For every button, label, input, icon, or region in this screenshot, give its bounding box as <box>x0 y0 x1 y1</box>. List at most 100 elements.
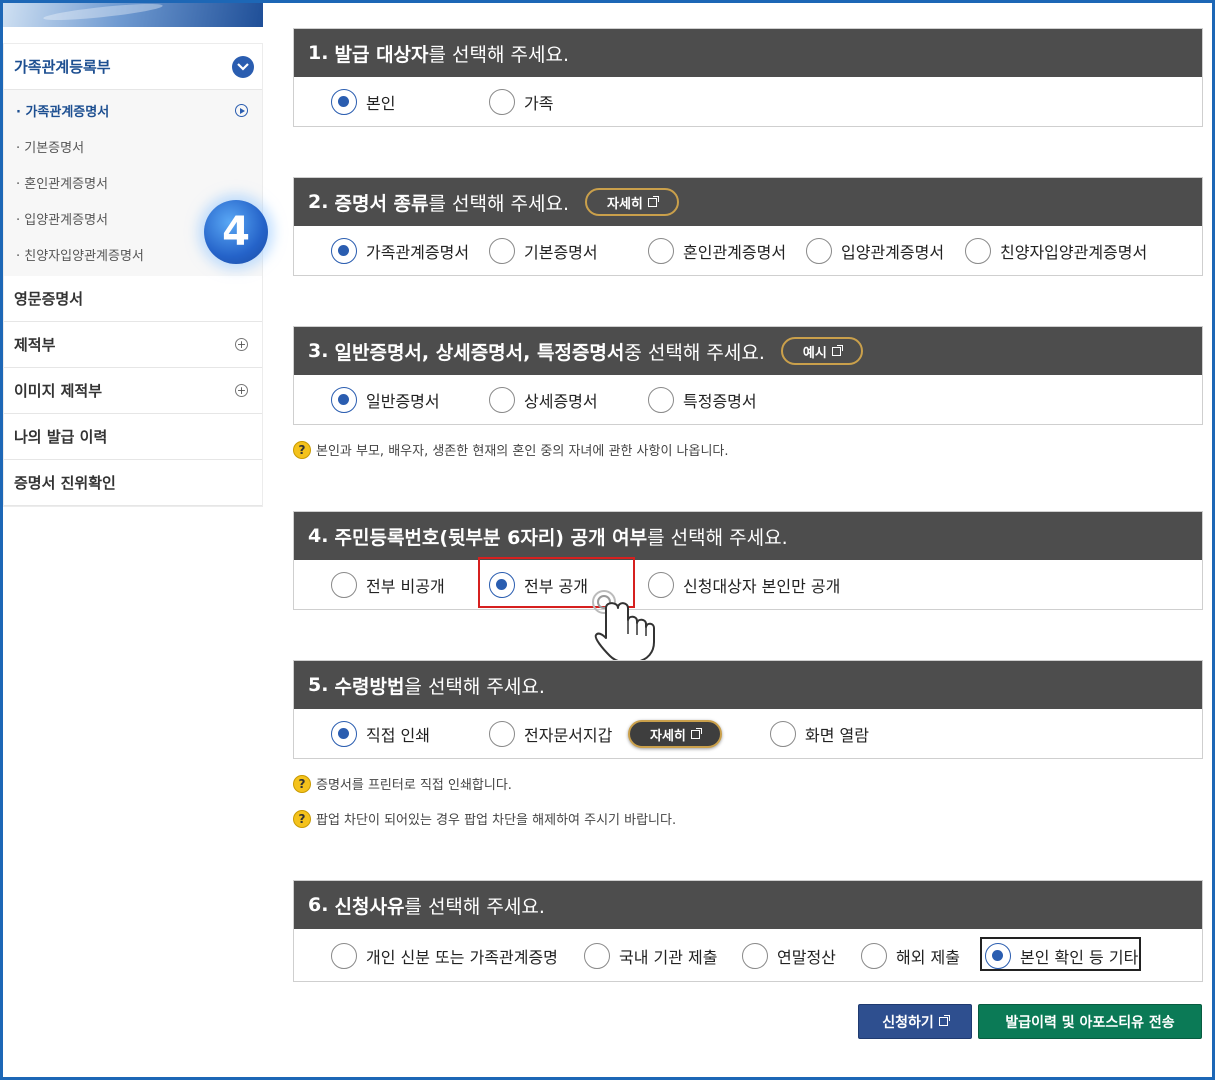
radio-unchecked-icon[interactable] <box>965 238 991 264</box>
send-history-apostille-button[interactable]: 발급이력 및 아포스티유 전송 <box>978 1004 1202 1039</box>
radio-unchecked-icon[interactable] <box>489 238 515 264</box>
sidebar-item-family-relation-cert[interactable]: · 가족관계증명서 <box>4 92 262 128</box>
radio-full-adoption-cert[interactable]: 친양자입양관계증명서 <box>965 238 1147 264</box>
radio-label: 국내 기관 제출 <box>619 948 718 967</box>
section-title: 3. 일반증명서, 상세증명서, 특정증명서 중 선택해 주세요. 예시 <box>294 327 1202 375</box>
radio-self[interactable]: 본인 <box>331 89 395 115</box>
section-number: 5. <box>308 674 329 696</box>
radio-label: 본인 <box>366 94 396 113</box>
radio-family[interactable]: 가족 <box>489 89 553 115</box>
radio-adoption-cert[interactable]: 입양관계증명서 <box>806 238 944 264</box>
radio-unchecked-icon[interactable] <box>331 572 357 598</box>
section-title: 2. 증명서 종류 를 선택해 주세요. 자세히 <box>294 178 1202 226</box>
radio-detailed-cert[interactable]: 상세증명서 <box>489 387 598 413</box>
section-number: 2. <box>308 191 329 213</box>
radio-unchecked-icon[interactable] <box>648 238 674 264</box>
details-button[interactable]: 자세히 <box>585 188 679 216</box>
radio-label: 상세증명서 <box>524 392 598 411</box>
radio-unchecked-icon[interactable] <box>489 387 515 413</box>
radio-checked-icon[interactable] <box>331 721 357 747</box>
section-receive-method: 5. 수령방법 을 선택해 주세요. 직접 인쇄 전자문서지갑 자세히 화면 열람 <box>293 660 1203 759</box>
button-label: 자세히 <box>607 196 643 212</box>
section-rrn-disclosure: 4. 주민등록번호(뒷부분 6자리) 공개 여부 를 선택해 주세요. 전부 비공… <box>293 511 1203 610</box>
external-link-icon <box>831 344 843 356</box>
sidebar-section-label: 제적부 <box>14 336 56 354</box>
help-note: ? 증명서를 프린터로 직접 인쇄합니다. <box>293 774 512 793</box>
radio-domestic-submission[interactable]: 국내 기관 제출 <box>584 943 718 969</box>
radio-unchecked-icon[interactable] <box>648 387 674 413</box>
radio-label: 직접 인쇄 <box>366 726 430 745</box>
radio-unchecked-icon[interactable] <box>770 721 796 747</box>
button-label: 자세히 <box>650 728 686 744</box>
banner-image <box>3 3 263 27</box>
button-label: 예시 <box>802 345 827 361</box>
section-title: 1. 발급 대상자 를 선택해 주세요. <box>294 29 1202 77</box>
sidebar-section-image-removed-register[interactable]: 이미지 제적부 + <box>4 368 262 414</box>
sidebar-section-issue-history[interactable]: 나의 발급 이력 <box>4 414 262 460</box>
radio-marriage-cert[interactable]: 혼인관계증명서 <box>648 238 786 264</box>
play-icon <box>235 104 248 117</box>
radio-basic-cert[interactable]: 기본증명서 <box>489 238 598 264</box>
sidebar-section-verify-cert[interactable]: 증명서 진위확인 <box>4 460 262 506</box>
radio-specific-cert[interactable]: 특정증명서 <box>648 387 757 413</box>
details-button[interactable]: 자세히 <box>628 720 722 748</box>
step-number-badge: 4 <box>204 200 268 264</box>
radio-unchecked-icon[interactable] <box>489 721 515 747</box>
radio-checked-icon[interactable] <box>331 238 357 264</box>
radio-direct-print[interactable]: 직접 인쇄 <box>331 721 430 747</box>
radio-unchecked-icon[interactable] <box>861 943 887 969</box>
section-title-rest: 을 선택해 주세요. <box>404 675 545 698</box>
section-title: 4. 주민등록번호(뒷부분 6자리) 공개 여부 를 선택해 주세요. <box>294 512 1202 560</box>
radio-checked-icon[interactable] <box>331 89 357 115</box>
radio-digital-wallet[interactable]: 전자문서지갑 <box>489 721 612 747</box>
section-title-bold: 일반증명서, 상세증명서, 특정증명서 <box>334 341 625 364</box>
button-label: 발급이력 및 아포스티유 전송 <box>1005 1014 1175 1031</box>
plus-icon[interactable]: + <box>235 384 248 397</box>
section-title-bold: 수령방법 <box>334 675 405 698</box>
pointer-hand-icon <box>592 590 655 664</box>
example-button[interactable]: 예시 <box>780 337 863 365</box>
sidebar-item-label: · 친양자입양관계증명서 <box>16 248 144 264</box>
section-issue-target: 1. 발급 대상자 를 선택해 주세요. 본인 가족 <box>293 28 1203 127</box>
radio-label: 기본증명서 <box>524 243 598 262</box>
section-title: 6. 신청사유 를 선택해 주세요. <box>294 881 1202 929</box>
button-label: 신청하기 <box>882 1014 934 1031</box>
radio-label: 가족 <box>524 94 554 113</box>
radio-label: 해외 제출 <box>896 948 960 967</box>
help-icon: ? <box>293 774 311 793</box>
selection-box <box>980 937 1141 971</box>
sidebar-section-label: 증명서 진위확인 <box>14 474 116 492</box>
radio-unchecked-icon[interactable] <box>489 89 515 115</box>
radio-general-cert[interactable]: 일반증명서 <box>331 387 440 413</box>
radio-screen-view[interactable]: 화면 열람 <box>770 721 869 747</box>
apply-button[interactable]: 신청하기 <box>858 1004 972 1039</box>
radio-label: 전부 비공개 <box>366 577 445 596</box>
sidebar-section-family-register[interactable]: 가족관계등록부 <box>4 44 262 90</box>
radio-year-end-tax[interactable]: 연말정산 <box>742 943 836 969</box>
radio-identity-family[interactable]: 개인 신분 또는 가족관계증명 <box>331 943 558 969</box>
chevron-down-icon[interactable] <box>232 56 254 78</box>
section-number: 6. <box>308 894 329 916</box>
sidebar-section-removed-register[interactable]: 제적부 + <box>4 322 262 368</box>
sidebar-item-marriage-cert[interactable]: · 혼인관계증명서 <box>4 164 262 200</box>
section-number: 3. <box>308 340 329 362</box>
section-number: 4. <box>308 525 329 547</box>
radio-unchecked-icon[interactable] <box>331 943 357 969</box>
radio-family-relation-cert[interactable]: 가족관계증명서 <box>331 238 469 264</box>
radio-all-hidden[interactable]: 전부 비공개 <box>331 572 445 598</box>
radio-label: 신청대상자 본인만 공개 <box>683 577 841 596</box>
radio-checked-icon[interactable] <box>331 387 357 413</box>
radio-overseas-submission[interactable]: 해외 제출 <box>861 943 960 969</box>
radio-label: 특정증명서 <box>683 392 757 411</box>
sidebar-item-basic-cert[interactable]: · 기본증명서 <box>4 128 262 164</box>
help-note: ? 본인과 부모, 배우자, 생존한 현재의 혼인 중의 자녀에 관한 사항이 나… <box>293 440 729 459</box>
radio-label: 친양자입양관계증명서 <box>1000 243 1148 262</box>
help-text: 본인과 부모, 배우자, 생존한 현재의 혼인 중의 자녀에 관한 사항이 나옵… <box>316 444 729 459</box>
sidebar-item-label: · 입양관계증명서 <box>16 212 108 228</box>
radio-unchecked-icon[interactable] <box>584 943 610 969</box>
radio-applicant-only-disclosed[interactable]: 신청대상자 본인만 공개 <box>648 572 840 598</box>
radio-unchecked-icon[interactable] <box>742 943 768 969</box>
radio-unchecked-icon[interactable] <box>806 238 832 264</box>
sidebar-section-english-cert[interactable]: 영문증명서 <box>4 276 262 322</box>
plus-icon[interactable]: + <box>235 338 248 351</box>
